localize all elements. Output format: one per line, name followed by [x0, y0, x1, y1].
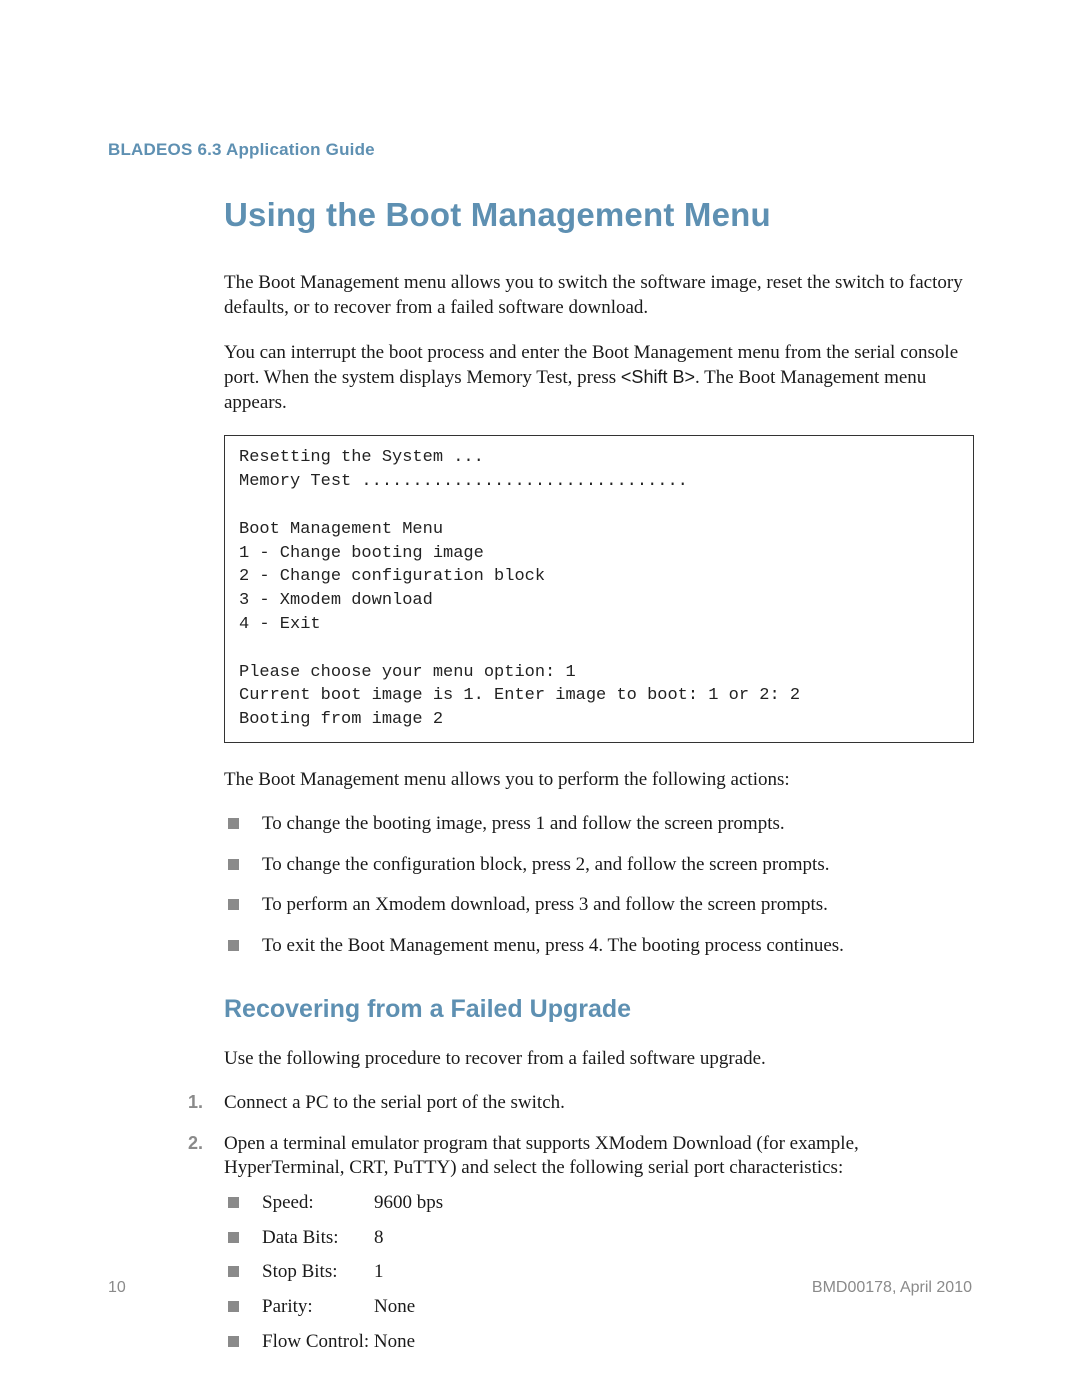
- list-item: Speed:9600 bps: [224, 1191, 974, 1216]
- port-settings-list: Speed:9600 bps Data Bits:8 Stop Bits:1 P…: [224, 1191, 974, 1354]
- port-label: Speed:: [262, 1191, 374, 1216]
- step-text: Connect a PC to the serial port of the s…: [224, 1092, 565, 1113]
- recovery-steps: Connect a PC to the serial port of the s…: [188, 1091, 974, 1355]
- list-item: To perform an Xmodem download, press 3 a…: [224, 893, 974, 918]
- list-item: Data Bits:8: [224, 1226, 974, 1251]
- list-item: To change the configuration block, press…: [224, 853, 974, 878]
- step-item: Open a terminal emulator program that su…: [188, 1132, 974, 1355]
- page-footer: 10 BMD00178, April 2010: [108, 1279, 972, 1297]
- content-area: Using the Boot Management Menu The Boot …: [224, 196, 974, 1354]
- port-value: None: [374, 1331, 415, 1352]
- section-title: Using the Boot Management Menu: [224, 196, 974, 234]
- doc-id: BMD00178, April 2010: [812, 1279, 972, 1297]
- port-label: Parity:: [262, 1295, 374, 1320]
- port-value: 9600 bps: [374, 1192, 443, 1213]
- list-item: Parity:None: [224, 1295, 974, 1320]
- page: BLADEOS 6.3 Application Guide Using the …: [0, 0, 1080, 1397]
- shift-b-key: <Shift B>: [621, 367, 695, 387]
- list-item: To exit the Boot Management menu, press …: [224, 934, 974, 959]
- intro-paragraph-2: You can interrupt the boot process and e…: [224, 340, 974, 415]
- step-text: Open a terminal emulator program that su…: [224, 1133, 859, 1179]
- list-item: To change the booting image, press 1 and…: [224, 812, 974, 837]
- step-item: Connect a PC to the serial port of the s…: [188, 1091, 974, 1116]
- port-value: None: [374, 1296, 415, 1317]
- boot-menu-code: Resetting the System ... Memory Test ...…: [224, 435, 974, 743]
- actions-list: To change the booting image, press 1 and…: [224, 812, 974, 959]
- intro-paragraph-1: The Boot Management menu allows you to s…: [224, 270, 974, 320]
- document-header: BLADEOS 6.3 Application Guide: [108, 140, 972, 160]
- port-label: Flow Control:: [262, 1331, 369, 1352]
- subsection-intro: Use the following procedure to recover f…: [224, 1046, 974, 1071]
- page-number: 10: [108, 1279, 126, 1297]
- port-label: Data Bits:: [262, 1226, 374, 1251]
- list-item: Flow Control: None: [224, 1330, 974, 1355]
- subsection-title: Recovering from a Failed Upgrade: [224, 995, 974, 1024]
- actions-intro: The Boot Management menu allows you to p…: [224, 767, 974, 792]
- port-value: 8: [374, 1227, 384, 1248]
